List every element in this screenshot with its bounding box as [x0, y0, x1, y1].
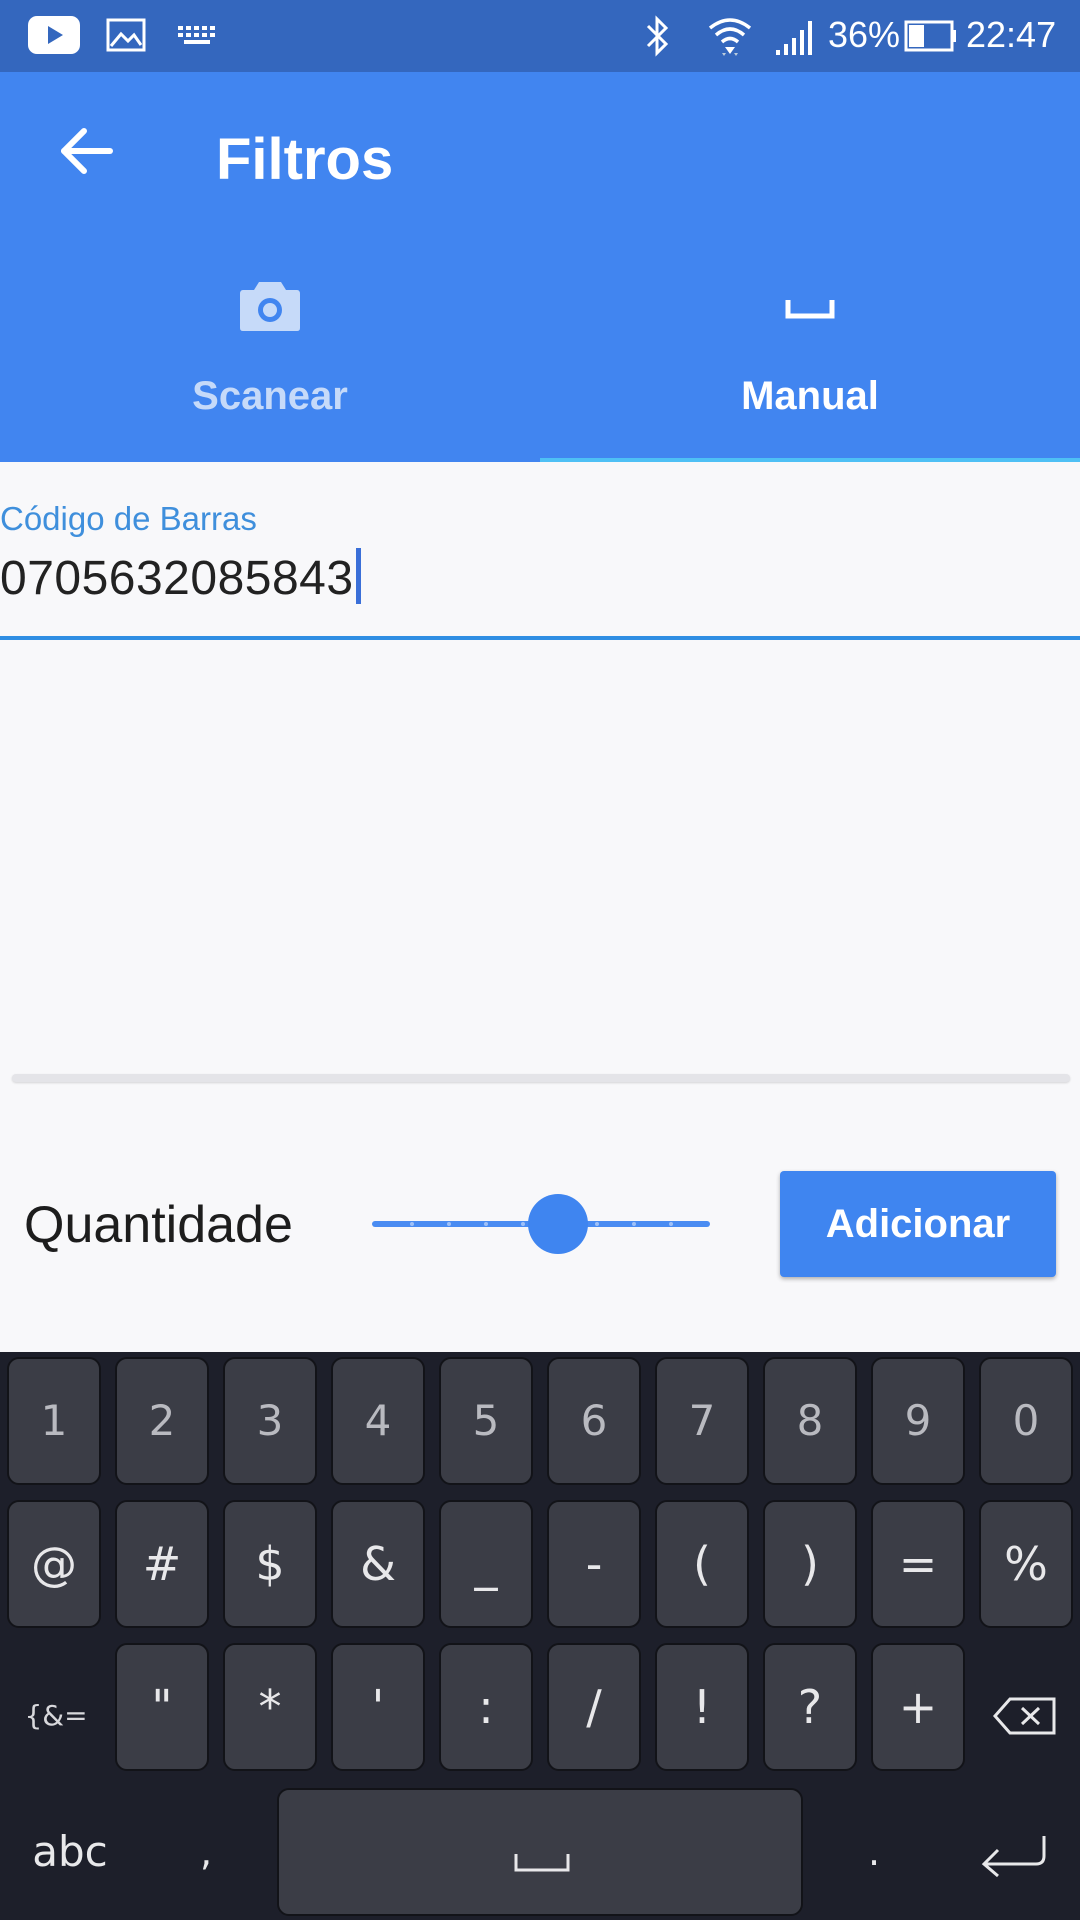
symbol-key[interactable]: / [547, 1643, 641, 1771]
symbol-key[interactable]: $ [223, 1500, 317, 1628]
symbol-key[interactable]: ' [331, 1643, 425, 1771]
image-icon [106, 18, 146, 52]
symbol-key[interactable]: " [115, 1643, 209, 1771]
symbol-key[interactable]: @ [7, 1500, 101, 1628]
barcode-input-value: 0705632085843 [0, 552, 354, 605]
add-button[interactable]: Adicionar [780, 1171, 1056, 1277]
number-key[interactable]: 3 [223, 1357, 317, 1485]
number-key[interactable]: 5 [439, 1357, 533, 1485]
symbol-key[interactable]: ) [763, 1500, 857, 1628]
symbol-key[interactable]: = [871, 1500, 965, 1628]
slider-tick [595, 1222, 599, 1226]
backspace-key[interactable] [972, 1652, 1072, 1780]
symbols-toggle-key[interactable]: {&= [10, 1652, 102, 1780]
tab-label-scanear: Scanear [192, 374, 348, 418]
clock: 22:47 [966, 14, 1057, 55]
number-key[interactable]: 7 [655, 1357, 749, 1485]
slider-tick [669, 1222, 673, 1226]
period-key[interactable]: . [838, 1788, 910, 1916]
enter-icon [981, 1836, 1046, 1878]
tab-manual[interactable]: Manual [540, 72, 1080, 418]
signal-icon [776, 21, 812, 55]
divider [12, 1074, 1070, 1082]
quantity-label: Quantidade [24, 1196, 293, 1254]
tab-indicator [540, 458, 1080, 462]
youtube-icon [28, 16, 80, 54]
camera-icon [240, 282, 300, 331]
space-key[interactable] [277, 1788, 803, 1916]
symbol-key[interactable]: % [979, 1500, 1073, 1628]
number-key[interactable]: 1 [7, 1357, 101, 1485]
symbol-key[interactable]: ? [763, 1643, 857, 1771]
symbol-key[interactable]: ( [655, 1500, 749, 1628]
keyboard: 1234567890 @ # $ & _ -() =% " * ': /!? + {&= abc ,… [0, 1352, 1080, 1920]
slider-tick [521, 1222, 525, 1226]
quantity-slider-thumb[interactable] [527, 1194, 588, 1254]
barcode-input-underline [0, 636, 1080, 640]
tab-label-manual: Manual [741, 374, 879, 418]
symbol-key[interactable]: : [439, 1643, 533, 1771]
text-caret [355, 548, 361, 604]
number-key[interactable]: 2 [115, 1357, 209, 1485]
space-bar-icon [785, 300, 835, 319]
space-bar-icon [514, 1854, 570, 1872]
number-key[interactable]: 6 [547, 1357, 641, 1485]
backspace-icon [992, 1697, 1056, 1735]
battery-percent: 36% [828, 14, 901, 55]
symbol-key[interactable]: _ [439, 1500, 533, 1628]
symbol-key[interactable]: ! [655, 1643, 749, 1771]
barcode-field-label: Código de Barras [0, 500, 257, 537]
bluetooth-icon [646, 15, 669, 57]
wifi-icon [708, 18, 752, 56]
symbol-key[interactable]: - [547, 1500, 641, 1628]
slider-tick [410, 1222, 414, 1226]
slider-tick [484, 1222, 488, 1226]
enter-key[interactable] [962, 1788, 1072, 1916]
abc-key[interactable]: abc [10, 1788, 130, 1916]
slider-tick [447, 1222, 451, 1226]
status-bar: 36% 22:47 [0, 0, 1080, 72]
comma-key[interactable]: , [170, 1788, 242, 1916]
battery-icon [904, 20, 956, 52]
symbol-key[interactable]: + [871, 1643, 965, 1771]
symbol-key[interactable]: & [331, 1500, 425, 1628]
number-key[interactable]: 0 [979, 1357, 1073, 1485]
symbol-key[interactable]: * [223, 1643, 317, 1771]
number-key[interactable]: 9 [871, 1357, 965, 1485]
symbol-key[interactable]: # [115, 1500, 209, 1628]
tab-scanear[interactable]: Scanear [0, 72, 540, 418]
number-key[interactable]: 4 [331, 1357, 425, 1485]
app-bar: Filtros Scanear Manual [0, 72, 1080, 462]
barcode-input[interactable]: 0705632085843 [0, 548, 361, 606]
slider-tick [632, 1222, 636, 1226]
keyboard-icon [178, 26, 215, 44]
number-key[interactable]: 8 [763, 1357, 857, 1485]
